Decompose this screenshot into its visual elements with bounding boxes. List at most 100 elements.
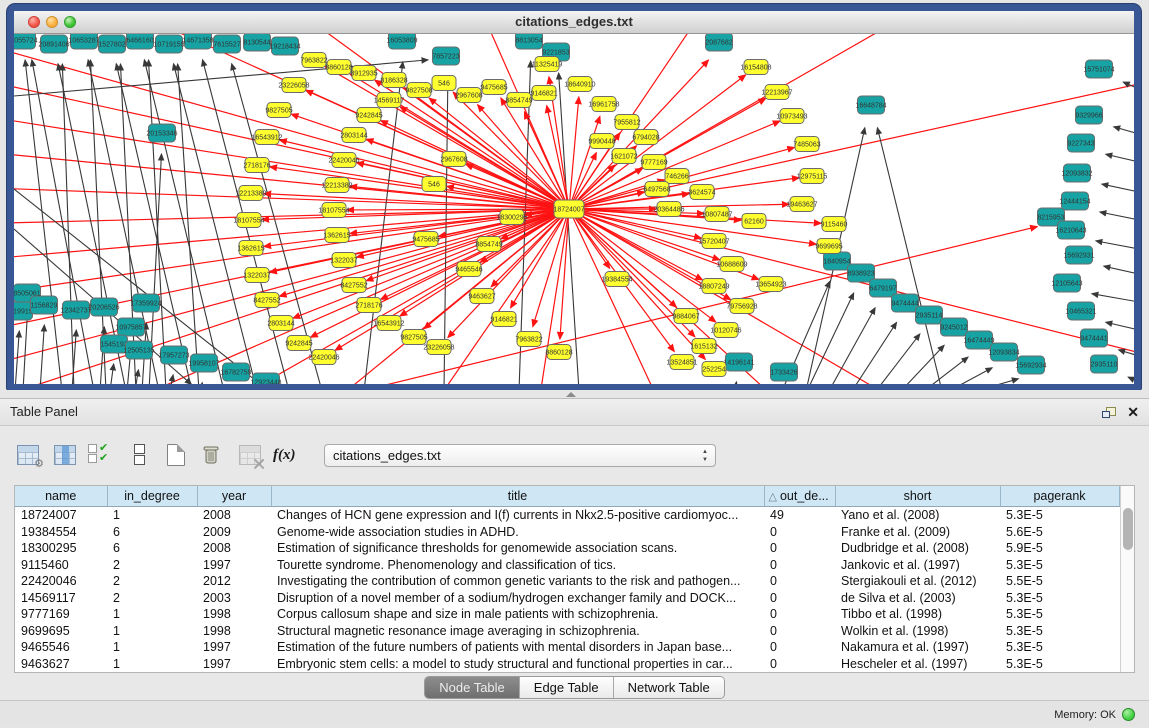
table-cell[interactable]: Hescheler et al. (1997) — [835, 655, 1000, 672]
table-cell[interactable]: 5.5E-5 — [1000, 573, 1119, 589]
split-handle-icon[interactable] — [566, 392, 576, 397]
table-row[interactable]: 946362711997Embryonic stem cells: a mode… — [15, 655, 1119, 672]
tab-node-table[interactable]: Node Table — [425, 677, 520, 698]
table-cell[interactable]: 5.3E-5 — [1000, 606, 1119, 622]
table-row[interactable]: 911546021997Tourette syndrome. Phenomeno… — [15, 557, 1119, 573]
table-cell[interactable]: 9777169 — [15, 606, 107, 622]
table-cell[interactable]: 49 — [764, 507, 835, 524]
table-cell[interactable]: 1 — [107, 507, 197, 524]
table-cell[interactable]: Corpus callosum shape and size in male p… — [271, 606, 764, 622]
zoom-window-button[interactable] — [64, 16, 76, 28]
table-row[interactable]: 946554611997Estimation of the future num… — [15, 639, 1119, 655]
tab-network-table[interactable]: Network Table — [614, 677, 724, 698]
scrollbar-thumb[interactable] — [1123, 508, 1133, 550]
table-cell[interactable]: 0 — [764, 639, 835, 655]
table-cell[interactable]: 6 — [107, 524, 197, 540]
table-row[interactable]: 2242004622012Investigating the contribut… — [15, 573, 1119, 589]
table-scrollbar[interactable] — [1120, 486, 1135, 672]
float-panel-icon[interactable] — [1102, 407, 1115, 418]
table-cell[interactable]: 18724007 — [15, 507, 107, 524]
table-cell[interactable]: 5.3E-5 — [1000, 655, 1119, 672]
table-cell[interactable]: 0 — [764, 655, 835, 672]
table-cell[interactable]: Stergiakouli et al. (2012) — [835, 573, 1000, 589]
table-cell[interactable]: 14569117 — [15, 590, 107, 606]
table-cell[interactable]: 5.3E-5 — [1000, 623, 1119, 639]
table-cell[interactable]: 5.6E-5 — [1000, 524, 1119, 540]
table-cell[interactable]: 22420046 — [15, 573, 107, 589]
table-cell[interactable]: 5.3E-5 — [1000, 590, 1119, 606]
table-cell[interactable]: 2009 — [197, 524, 271, 540]
table-row[interactable]: 1830029562008Estimation of significance … — [15, 540, 1119, 556]
table-cell[interactable]: 1997 — [197, 655, 271, 672]
tab-edge-table[interactable]: Edge Table — [520, 677, 614, 698]
select-columns-button[interactable] — [51, 443, 79, 467]
column-header-in_degree[interactable]: in_degree — [107, 486, 197, 507]
table-cell[interactable]: 6 — [107, 540, 197, 556]
close-panel-icon[interactable]: ✕ — [1127, 405, 1139, 419]
table-cell[interactable]: 2 — [107, 557, 197, 573]
table-mode-button[interactable]: ⚙ — [14, 443, 42, 467]
table-cell[interactable]: 18300295 — [15, 540, 107, 556]
table-cell[interactable]: Structural magnetic resonance image aver… — [271, 623, 764, 639]
table-cell[interactable]: de Silva et al. (2003) — [835, 590, 1000, 606]
table-cell[interactable]: 2012 — [197, 573, 271, 589]
toggle-columns-button[interactable]: ✔✔ — [88, 443, 116, 467]
table-cell[interactable]: Tibbo et al. (1998) — [835, 606, 1000, 622]
delete-button[interactable] — [199, 443, 227, 467]
table-cell[interactable]: Estimation of the future numbers of pati… — [271, 639, 764, 655]
table-cell[interactable]: Nakamura et al. (1997) — [835, 639, 1000, 655]
new-file-button[interactable] — [162, 443, 190, 467]
table-row[interactable]: 977716911998Corpus callosum shape and si… — [15, 606, 1119, 622]
memory-ok-icon[interactable] — [1122, 708, 1135, 721]
table-cell[interactable]: Genome-wide association studies in ADHD. — [271, 524, 764, 540]
table-cell[interactable]: 9115460 — [15, 557, 107, 573]
function-builder-button[interactable]: f(x) — [273, 443, 301, 467]
close-window-button[interactable] — [28, 16, 40, 28]
network-canvas[interactable]: 1405572420891406106532871527802646616010… — [14, 34, 1134, 384]
minimize-window-button[interactable] — [46, 16, 58, 28]
table-cell[interactable]: 2 — [107, 590, 197, 606]
table-select-dropdown[interactable]: citations_edges.txt ▲▼ — [324, 444, 716, 467]
table-cell[interactable]: 5.3E-5 — [1000, 557, 1119, 573]
table-cell[interactable]: 0 — [764, 540, 835, 556]
table-cell[interactable]: 2008 — [197, 507, 271, 524]
table-cell[interactable]: Yano et al. (2008) — [835, 507, 1000, 524]
table-row[interactable]: 969969511998Structural magnetic resonanc… — [15, 623, 1119, 639]
column-header-short[interactable]: short — [835, 486, 1000, 507]
column-header-out_de[interactable]: △out_de... — [764, 486, 835, 507]
window-titlebar[interactable]: citations_edges.txt — [14, 11, 1134, 34]
table-cell[interactable]: 2 — [107, 573, 197, 589]
column-header-pagerank[interactable]: pagerank — [1000, 486, 1119, 507]
table-cell[interactable]: 1 — [107, 606, 197, 622]
table-cell[interactable]: Jankovic et al. (1997) — [835, 557, 1000, 573]
table-cell[interactable]: 0 — [764, 573, 835, 589]
table-cell[interactable]: 1998 — [197, 606, 271, 622]
table-cell[interactable]: 5.3E-5 — [1000, 639, 1119, 655]
table-cell[interactable]: 1998 — [197, 623, 271, 639]
table-cell[interactable]: 19384554 — [15, 524, 107, 540]
split-divider[interactable] — [0, 390, 1149, 398]
table-row[interactable]: 1456911722003Disruption of a novel membe… — [15, 590, 1119, 606]
delete-table-button[interactable]: ❌ — [236, 443, 264, 467]
table-cell[interactable]: 9465546 — [15, 639, 107, 655]
table-cell[interactable]: 5.9E-5 — [1000, 540, 1119, 556]
column-header-name[interactable]: name — [15, 486, 107, 507]
column-header-title[interactable]: title — [271, 486, 764, 507]
table-cell[interactable]: 1 — [107, 623, 197, 639]
table-cell[interactable]: Estimation of significance thresholds fo… — [271, 540, 764, 556]
table-cell[interactable]: Franke et al. (2009) — [835, 524, 1000, 540]
table-cell[interactable]: 5.3E-5 — [1000, 507, 1119, 524]
node-table[interactable]: namein_degreeyeartitle△out_de...shortpag… — [15, 486, 1120, 672]
table-cell[interactable]: 9463627 — [15, 655, 107, 672]
table-cell[interactable]: Tourette syndrome. Phenomenology and cla… — [271, 557, 764, 573]
table-cell[interactable]: 0 — [764, 557, 835, 573]
column-header-year[interactable]: year — [197, 486, 271, 507]
table-cell[interactable]: Embryonic stem cells: a model to study s… — [271, 655, 764, 672]
table-cell[interactable]: 9699695 — [15, 623, 107, 639]
table-cell[interactable]: Dudbridge et al. (2008) — [835, 540, 1000, 556]
table-cell[interactable]: 0 — [764, 590, 835, 606]
table-cell[interactable]: 0 — [764, 623, 835, 639]
table-row[interactable]: 1872400712008Changes of HCN gene express… — [15, 507, 1119, 524]
table-cell[interactable]: 0 — [764, 524, 835, 540]
table-cell[interactable]: 0 — [764, 606, 835, 622]
